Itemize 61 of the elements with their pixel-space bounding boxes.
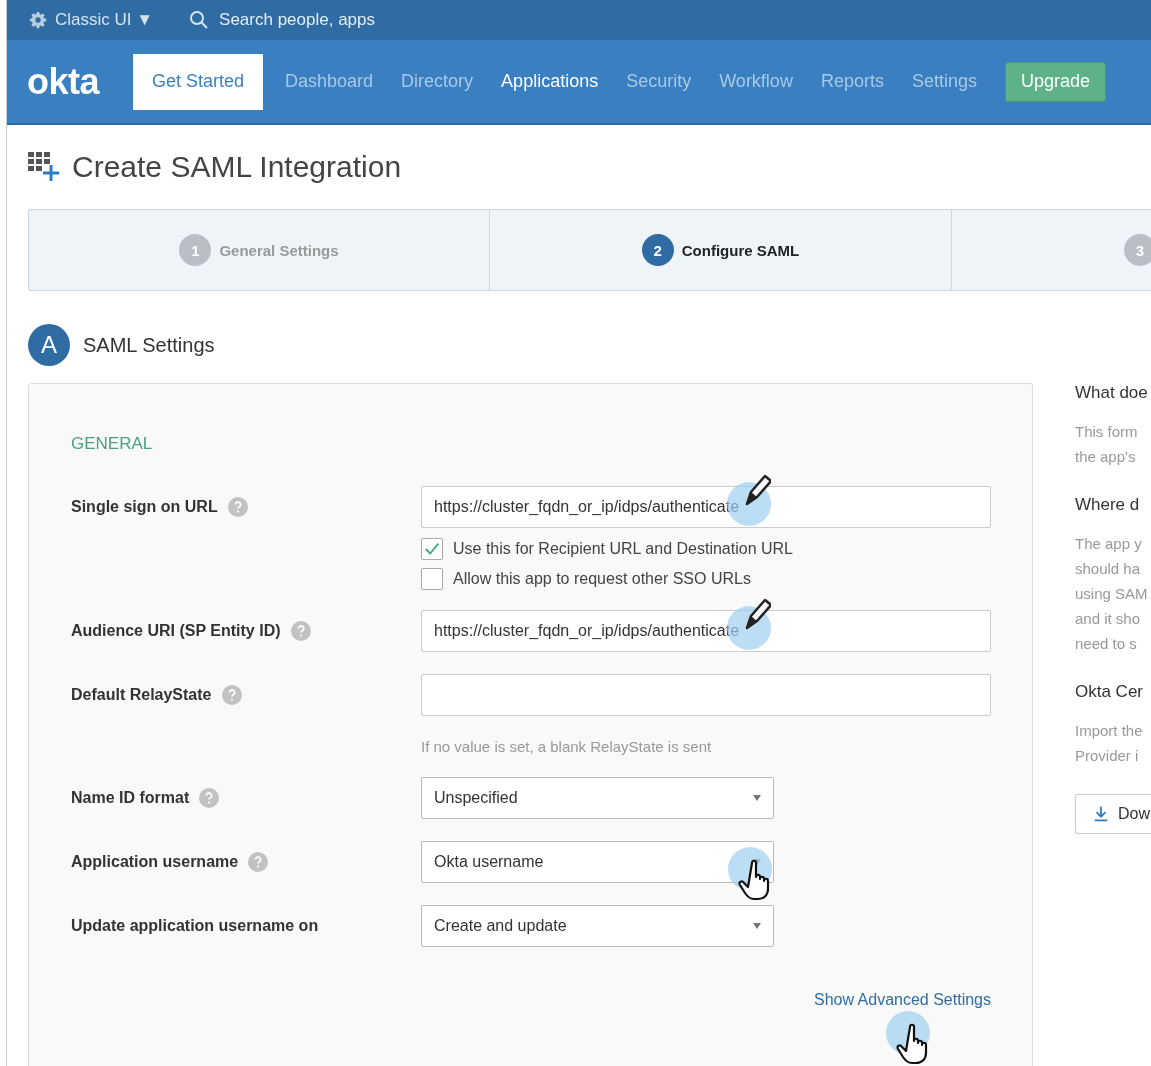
checkbox-label: Use this for Recipient URL and Destination URL: [453, 540, 793, 558]
field-label: Default RelayState: [71, 686, 212, 704]
checkbox[interactable]: [421, 568, 443, 590]
nav-tab[interactable]: Reports: [820, 71, 884, 92]
help-text: and it sho: [1075, 609, 1142, 629]
checkbox[interactable]: [421, 538, 443, 560]
caret-icon: [753, 795, 761, 801]
select-field[interactable]: Create and update: [421, 905, 774, 947]
help-text: This form: [1075, 422, 1139, 442]
nav-tab[interactable]: Security: [626, 71, 692, 92]
field-label: Audience URI (SP Entity ID): [71, 622, 281, 640]
help-icon[interactable]: [221, 685, 242, 705]
caret-icon: [753, 923, 761, 929]
help-text: The app y: [1075, 534, 1143, 554]
field-label: Name ID format: [71, 789, 190, 807]
help-text: using SAM: [1075, 584, 1149, 604]
nav-tab[interactable]: Applications: [501, 71, 599, 92]
help-text: Import the: [1075, 721, 1144, 741]
page-title: Create SAML Integration: [72, 150, 402, 184]
nav-tab[interactable]: Dashboard: [285, 71, 374, 92]
help-heading: Where d: [1075, 495, 1141, 515]
help-icon[interactable]: [199, 788, 220, 808]
select-field[interactable]: Unspecified: [421, 777, 774, 819]
help-heading: Okta Cer: [1075, 682, 1145, 702]
field-label: Update application username on: [71, 917, 319, 935]
nav-tab[interactable]: Settings: [911, 71, 977, 92]
nav-tab[interactable]: Directory: [401, 71, 474, 92]
logo[interactable]: okta: [27, 60, 100, 103]
field-label: Application username: [71, 853, 239, 871]
search-field[interactable]: Search people, apps: [189, 9, 422, 31]
help-text: the app's: [1075, 447, 1137, 467]
help-icon[interactable]: [290, 621, 311, 641]
step-number: 2: [641, 234, 674, 266]
grid-plus-icon: [28, 152, 62, 182]
upgrade-button[interactable]: Upgrade: [1004, 61, 1106, 102]
help-text: need to s: [1075, 634, 1138, 654]
gear-icon: [29, 11, 47, 29]
step-number: 3: [1124, 234, 1151, 266]
show-advanced-settings-link[interactable]: Show Advanced Settings: [814, 991, 991, 1009]
step-label: Configure SAML: [681, 241, 800, 259]
nav-tab[interactable]: Workflow: [719, 71, 793, 92]
input-field[interactable]: [421, 674, 991, 716]
checkbox-label: Allow this app to request other SSO URLs: [453, 570, 751, 588]
get-started-button[interactable]: Get Started: [133, 53, 264, 110]
classic-ui-menu[interactable]: Classic UI ▼: [29, 10, 154, 30]
search-icon: [189, 10, 210, 30]
help-heading: What doe: [1075, 383, 1149, 403]
help-icon[interactable]: [248, 852, 269, 872]
section-title: SAML Settings: [83, 333, 215, 357]
group-heading: GENERAL: [71, 434, 154, 454]
help-text: should ha: [1075, 559, 1142, 579]
section-badge: A: [28, 324, 70, 366]
help-icon[interactable]: [227, 497, 248, 517]
step-label: General Settings: [219, 241, 339, 259]
step-number: 1: [179, 234, 212, 266]
help-text: Provider i: [1075, 746, 1140, 766]
field-label: Single sign on URL: [71, 498, 218, 516]
download-icon: [1092, 805, 1110, 823]
field-hint: If no value is set, a blank RelayState is sent: [421, 738, 713, 755]
checkmark-icon: [423, 540, 441, 558]
download-button[interactable]: Dow: [1075, 794, 1151, 834]
